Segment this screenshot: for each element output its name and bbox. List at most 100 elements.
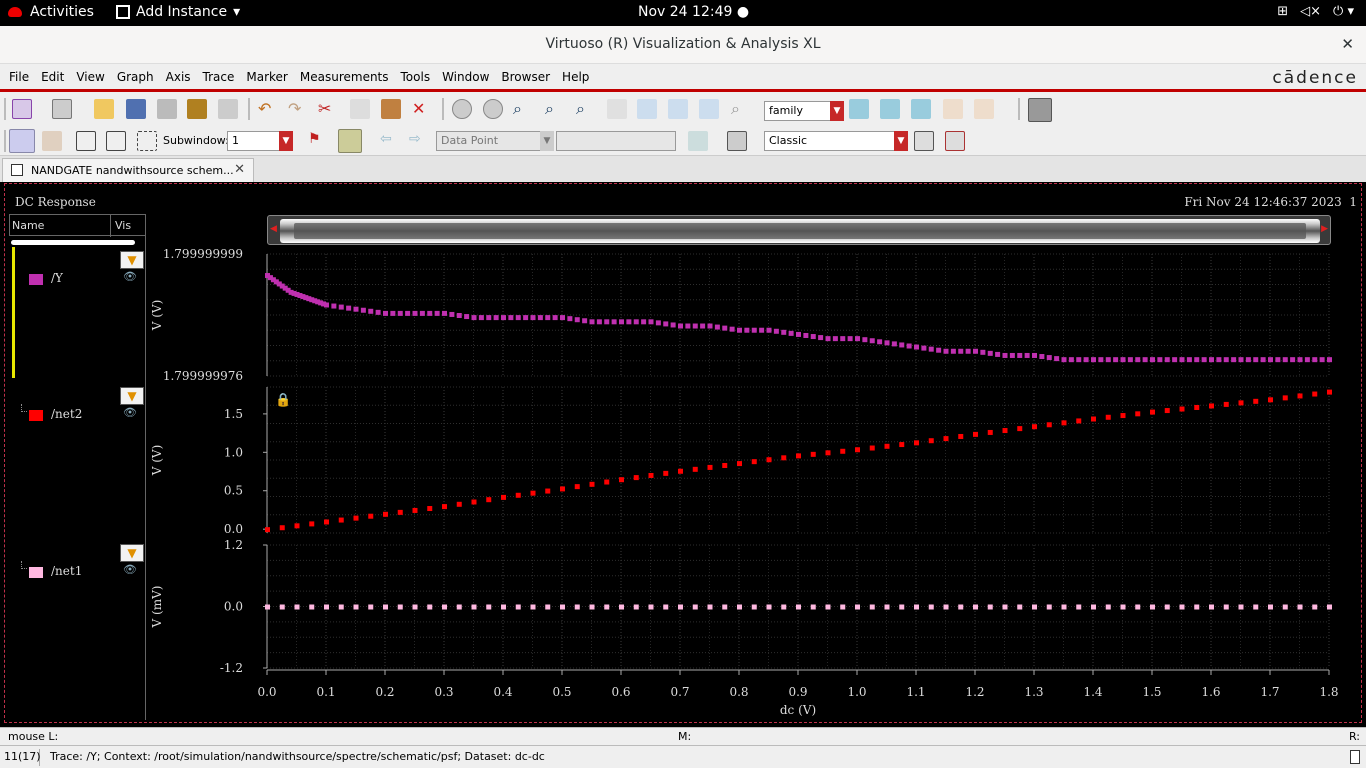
save-icon[interactable] — [126, 99, 146, 119]
copy-icon[interactable] — [350, 99, 370, 119]
menu-edit[interactable]: Edit — [41, 70, 64, 84]
menu-view[interactable]: View — [76, 70, 104, 84]
activities-button[interactable]: Activities — [8, 4, 94, 20]
data-point — [1076, 604, 1082, 610]
delete-icon[interactable]: ✕ — [412, 99, 432, 119]
trace-export-icon[interactable] — [974, 99, 994, 119]
data-point — [1312, 357, 1318, 363]
menu-marker[interactable]: Marker — [246, 70, 287, 84]
menu-measurements[interactable]: Measurements — [300, 70, 389, 84]
app-menu-label: Add Instance — [136, 4, 228, 20]
data-point — [611, 319, 617, 325]
stack-horizontal-icon[interactable] — [76, 131, 96, 151]
print-icon[interactable] — [157, 99, 177, 119]
open-folder-icon[interactable] — [94, 99, 114, 119]
tile-grid-icon[interactable] — [137, 131, 157, 151]
graph-area[interactable]: V (V) 1.799999999 1.799999976 V (V) 0.0 0.5 1.… — [5, 184, 1361, 722]
select-wand-icon[interactable] — [9, 129, 35, 153]
new-subwindow-icon[interactable] — [52, 99, 72, 119]
x-axis: 0.0 0.1 0.2 0.3 0.4 0.5 0.6 0.7 0.8 0.9 1.0 1.1 1.2 1… — [257, 669, 1339, 717]
trace-add-icon[interactable] — [943, 99, 963, 119]
zoom-y-icon[interactable] — [699, 99, 719, 119]
grid-icon[interactable] — [1028, 98, 1052, 122]
tab-close-button[interactable]: ✕ — [234, 162, 245, 177]
zoom-out-circle-icon[interactable] — [483, 99, 503, 119]
calculator-icon[interactable] — [727, 131, 747, 151]
clock[interactable]: Nov 24 12:49 ● — [638, 4, 749, 20]
paste-icon[interactable] — [381, 99, 401, 119]
undo-icon[interactable]: ↶ — [258, 99, 278, 119]
window-list-icon[interactable] — [914, 131, 934, 151]
data-point — [456, 313, 462, 318]
arrow-left-icon[interactable]: ⇦ — [380, 131, 400, 151]
trace-stack-icon[interactable] — [911, 99, 931, 119]
data-point — [796, 453, 801, 459]
print-preview-icon[interactable] — [187, 99, 207, 119]
strip-icon[interactable] — [42, 131, 62, 151]
chevron-down-icon[interactable]: ▼ — [830, 101, 844, 121]
data-point — [1032, 604, 1037, 610]
chevron-down-icon[interactable]: ▼ — [540, 131, 554, 151]
trace-net1[interactable] — [265, 604, 1332, 610]
menu-window[interactable]: Window — [442, 70, 489, 84]
data-point — [294, 604, 300, 610]
chevron-down-icon[interactable]: ▼ — [279, 131, 293, 151]
redo-icon[interactable]: ↷ — [288, 99, 308, 119]
data-point — [412, 507, 418, 513]
zoom-x-icon[interactable] — [668, 99, 688, 119]
data-point — [1238, 357, 1244, 363]
strip-3[interactable]: V (mV) 1.2 0.0 -1.2 — [150, 538, 1332, 675]
menu-tools[interactable]: Tools — [401, 70, 431, 84]
fit-icon[interactable] — [637, 99, 657, 119]
data-point — [1179, 357, 1185, 363]
flag-icon[interactable]: ⚑ — [308, 131, 328, 151]
zoom-reset-icon[interactable]: ⌕ — [731, 99, 751, 119]
resize-grip[interactable] — [1350, 750, 1360, 764]
pan-icon[interactable] — [607, 99, 627, 119]
stack-vertical-icon[interactable] — [106, 131, 126, 151]
tab-nandgate[interactable]: NANDGATE nandwithsource schem... ✕ — [2, 158, 254, 182]
datapoint-combo[interactable]: Data Point ▼ — [436, 131, 554, 151]
family-combo[interactable]: family ▼ — [764, 101, 844, 121]
data-point — [397, 509, 403, 515]
menu-trace[interactable]: Trace — [203, 70, 235, 84]
data-point — [973, 348, 978, 354]
datapoint-value-field[interactable] — [556, 131, 676, 151]
strip-2[interactable]: V (V) 0.0 0.5 1.0 1.5 — [150, 386, 1332, 536]
lock-icon[interactable]: 🔒 — [275, 393, 291, 408]
window-close-list-icon[interactable] — [945, 131, 965, 151]
trace-layout-icon[interactable] — [849, 99, 869, 119]
data-point — [950, 348, 956, 354]
window-close-button[interactable]: ✕ — [1341, 35, 1354, 53]
menu-axis[interactable]: Axis — [166, 70, 191, 84]
data-point — [545, 488, 551, 494]
new-window-icon[interactable] — [12, 99, 32, 119]
zoom-icon[interactable]: ⌕ — [513, 99, 533, 119]
zoom-in-circle-icon[interactable] — [452, 99, 472, 119]
data-point — [589, 604, 595, 610]
style-combo[interactable]: Classic ▼ — [764, 131, 908, 151]
trace-split-icon[interactable] — [880, 99, 900, 119]
subwindow-combo[interactable]: 1 ▼ — [227, 131, 293, 151]
strip-1[interactable]: V (V) 1.799999999 1.799999976 — [150, 247, 1332, 383]
menu-file[interactable]: File — [9, 70, 29, 84]
zoom-minus-icon[interactable]: ⌕ — [576, 99, 596, 119]
app-grid-icon — [116, 5, 130, 19]
app-menu[interactable]: Add Instance ▾ — [116, 4, 240, 20]
menu-graph[interactable]: Graph — [117, 70, 154, 84]
data-point — [596, 319, 602, 325]
data-point — [1216, 357, 1222, 363]
chevron-down-icon[interactable]: ▼ — [894, 131, 908, 151]
datapoint-combo-value: Data Point — [441, 134, 499, 147]
info-icon[interactable] — [338, 129, 362, 153]
menu-browser[interactable]: Browser — [501, 70, 550, 84]
arrow-right-icon[interactable]: ⇨ — [409, 131, 429, 151]
histogram-icon[interactable] — [688, 131, 708, 151]
data-point — [1253, 357, 1259, 363]
export-image-icon[interactable] — [218, 99, 238, 119]
data-point — [265, 527, 270, 533]
zoom-plus-icon[interactable]: ⌕ — [545, 99, 565, 119]
cut-icon[interactable]: ✂ — [318, 99, 338, 119]
system-tray[interactable]: ⊞ ◁× ⏻ ▾ — [1277, 4, 1354, 19]
menu-help[interactable]: Help — [562, 70, 589, 84]
